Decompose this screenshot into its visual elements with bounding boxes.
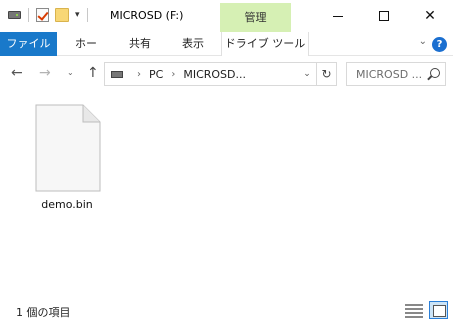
drive-icon[interactable] [8, 11, 21, 19]
qat-separator [86, 8, 88, 22]
search-placeholder: MICROSD ... [356, 68, 423, 81]
up-button[interactable]: ↑ [87, 65, 99, 81]
ribbon-expand-chevron-icon[interactable]: ⌄ [419, 36, 427, 47]
minimize-button[interactable] [315, 0, 361, 32]
details-view-icon-line [405, 308, 423, 310]
back-button[interactable]: ← [11, 65, 23, 81]
details-view-icon-line [405, 304, 423, 306]
context-tab-header-manage: 管理 [220, 3, 291, 32]
breadcrumb-pc[interactable]: PC [149, 68, 163, 81]
address-bar[interactable]: › PC › MICROSD... ⌄ ↻ [104, 62, 337, 86]
drive-icon [111, 70, 123, 78]
refresh-button[interactable]: ↻ [316, 63, 336, 85]
file-item[interactable]: demo.bin [27, 104, 107, 219]
breadcrumb-separator[interactable]: › [171, 69, 175, 80]
details-view-icon-line [405, 316, 423, 318]
file-name: demo.bin [41, 198, 93, 211]
tab-view[interactable]: 表示 [179, 32, 207, 56]
new-folder-icon[interactable] [55, 8, 69, 22]
address-dropdown-icon[interactable]: ⌄ [300, 66, 314, 82]
navigation-bar: ← → ⌄ ↑ › PC › MICROSD... ⌄ ↻ MICROSD ..… [0, 56, 453, 92]
qat-separator [28, 8, 29, 22]
tab-share[interactable]: 共有 [126, 32, 154, 56]
recent-locations-dropdown[interactable]: ⌄ [67, 68, 74, 77]
item-count-text: 1 個の項目 [16, 306, 71, 319]
properties-check-icon[interactable] [36, 8, 49, 22]
window-title: MICROSD (F:) [110, 9, 184, 22]
search-icon[interactable] [430, 68, 440, 78]
close-button[interactable]: ✕ [407, 0, 453, 32]
breadcrumb-separator[interactable]: › [137, 69, 141, 80]
quick-access-toolbar: ▾ [8, 8, 89, 22]
tab-drive-tools[interactable]: ドライブ ツール [221, 32, 309, 56]
details-view-button[interactable] [405, 302, 423, 318]
forward-button[interactable]: → [39, 65, 51, 81]
breadcrumb-microsd[interactable]: MICROSD... [183, 68, 246, 81]
qat-customize-dropdown[interactable]: ▾ [75, 10, 80, 20]
maximize-button[interactable] [361, 0, 407, 32]
title-bar: ▾ MICROSD (F:) 管理 ✕ [0, 0, 453, 32]
ribbon-tab-bar: ファイル ホーム 共有 表示 ドライブ ツール ⌄ ? [0, 32, 453, 74]
tab-file[interactable]: ファイル [0, 32, 57, 56]
search-input[interactable]: MICROSD ... [346, 62, 446, 86]
help-icon[interactable]: ? [432, 37, 447, 52]
details-view-icon-line [405, 312, 423, 314]
file-list-view[interactable]: demo.bin [0, 92, 453, 294]
blank-file-icon [35, 104, 101, 192]
tab-home[interactable]: ホーム [70, 32, 102, 74]
window-controls: ✕ [315, 0, 453, 32]
large-icons-view-button[interactable] [429, 301, 448, 319]
maximize-icon [379, 11, 389, 21]
status-bar: 1 個の項目 [0, 298, 453, 323]
minimize-icon [333, 15, 343, 17]
